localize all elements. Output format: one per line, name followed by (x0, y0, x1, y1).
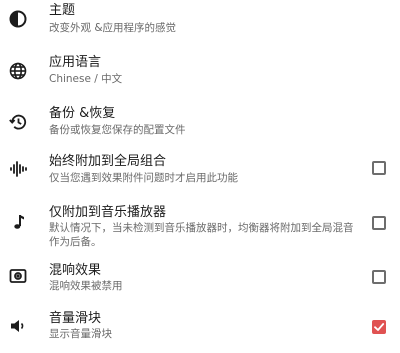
setting-title: 主题 (49, 3, 76, 18)
setting-title: 混响效果 (49, 263, 102, 278)
attach-global-mix-checkbox[interactable] (372, 161, 386, 175)
setting-backup-restore[interactable]: 备份 &恢复 备份或恢复您保存的配置文件 (0, 101, 400, 145)
globe-icon (8, 61, 28, 81)
setting-attach-global-mix[interactable]: 始终附加到全局组合 仅当您遇到效果附件问题时才启用此功能 (0, 150, 400, 194)
setting-subtitle: 默认情况下，当未检测到音乐播放器时，均衡器将附加到全局混音作为后备。 (49, 222, 354, 248)
music-note-icon (8, 212, 28, 232)
setting-subtitle: 仅当您遇到效果附件问题时才启用此功能 (49, 172, 238, 184)
settings-list: 主题 改变外观 &应用程序的感觉 应用语言 Chinese / 中文 备份 &恢… (0, 0, 400, 353)
check-icon (374, 323, 385, 331)
setting-title: 音量滑块 (49, 311, 102, 326)
setting-title: 仅附加到音乐播放器 (49, 205, 167, 220)
reverb-checkbox[interactable] (372, 270, 386, 284)
setting-title: 应用语言 (49, 55, 102, 70)
setting-subtitle: 显示音量滑块 (49, 328, 112, 340)
setting-subtitle: Chinese / 中文 (49, 73, 123, 85)
reverb-speaker-icon (8, 266, 28, 286)
setting-theme[interactable]: 主题 改变外观 &应用程序的感觉 (0, 0, 400, 38)
setting-subtitle: 改变外观 &应用程序的感觉 (49, 22, 177, 34)
setting-title: 始终附加到全局组合 (49, 154, 167, 169)
setting-subtitle: 混响效果被禁用 (49, 280, 123, 292)
setting-title: 备份 &恢复 (49, 106, 116, 121)
theme-contrast-icon (8, 9, 28, 29)
setting-attach-music-player[interactable]: 仅附加到音乐播放器 默认情况下，当未检测到音乐播放器时，均衡器将附加到全局混音作… (0, 200, 400, 248)
volume-slider-checkbox[interactable] (372, 320, 386, 334)
history-restore-icon (8, 112, 28, 132)
attach-music-player-checkbox[interactable] (372, 216, 386, 230)
setting-subtitle: 备份或恢复您保存的配置文件 (49, 124, 186, 136)
setting-app-language[interactable]: 应用语言 Chinese / 中文 (0, 50, 400, 94)
setting-volume-slider[interactable]: 音量滑块 显示音量滑块 (0, 306, 400, 350)
setting-reverb[interactable]: 混响效果 混响效果被禁用 (0, 258, 400, 298)
waveform-icon (8, 159, 28, 179)
volume-icon (8, 316, 28, 336)
